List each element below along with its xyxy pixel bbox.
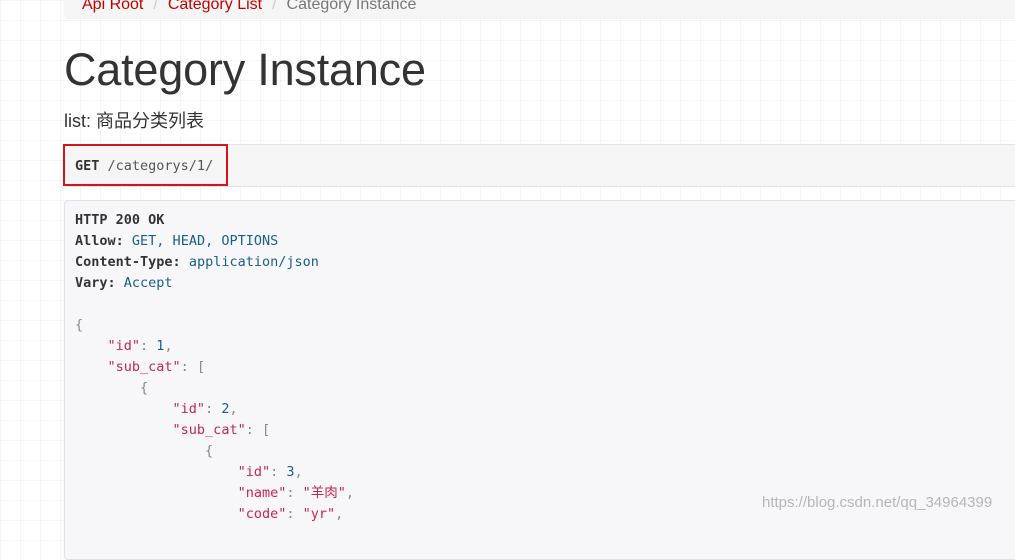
header-name-content-type: Content-Type: — [75, 254, 181, 270]
json-key: "sub_cat" — [107, 359, 181, 375]
json-key: "id" — [107, 338, 141, 354]
header-name-vary: Vary: — [75, 275, 116, 291]
request-path: /categorys/1/ — [107, 158, 214, 174]
json-key: "id" — [237, 464, 271, 480]
json-brace: { — [205, 443, 214, 459]
json-key: "id" — [172, 401, 206, 417]
breadcrumb-current: Category Instance — [286, 0, 417, 13]
header-value-vary: Accept — [123, 275, 173, 291]
response-status: HTTP 200 OK — [75, 212, 165, 228]
page-description: list: 商品分类列表 — [64, 111, 205, 131]
header-value-content-type: application/json — [188, 254, 319, 270]
header-value-allow: GET, HEAD, OPTIONS — [131, 233, 279, 249]
json-key: "sub_cat" — [172, 422, 246, 438]
breadcrumb: Api Root / Category List / Category Instance — [64, 0, 1015, 19]
header-name-allow: Allow: — [75, 233, 124, 249]
json-string: "yr" — [302, 506, 336, 522]
page-title: Category Instance — [64, 44, 426, 95]
response-content: HTTP 200 OK Allow: GET, HEAD, OPTIONS Co… — [75, 212, 355, 522]
json-bracket: [ — [261, 422, 271, 438]
breadcrumb-separator: / — [272, 0, 277, 13]
json-key: "code" — [237, 506, 287, 522]
json-key: "name" — [237, 485, 287, 501]
json-brace: { — [75, 317, 84, 333]
breadcrumb-separator: / — [153, 0, 158, 13]
breadcrumb-link-category-list[interactable]: Category List — [168, 0, 262, 13]
request-method: GET — [75, 158, 100, 174]
breadcrumb-link-api-root[interactable]: Api Root — [82, 0, 143, 13]
request-line: GET /categorys/1/ — [63, 144, 228, 186]
json-bracket: [ — [196, 359, 206, 375]
watermark-text: https://blog.csdn.net/qq_34964399 — [762, 494, 993, 511]
json-brace: { — [140, 380, 149, 396]
json-string: "羊肉" — [302, 485, 346, 501]
